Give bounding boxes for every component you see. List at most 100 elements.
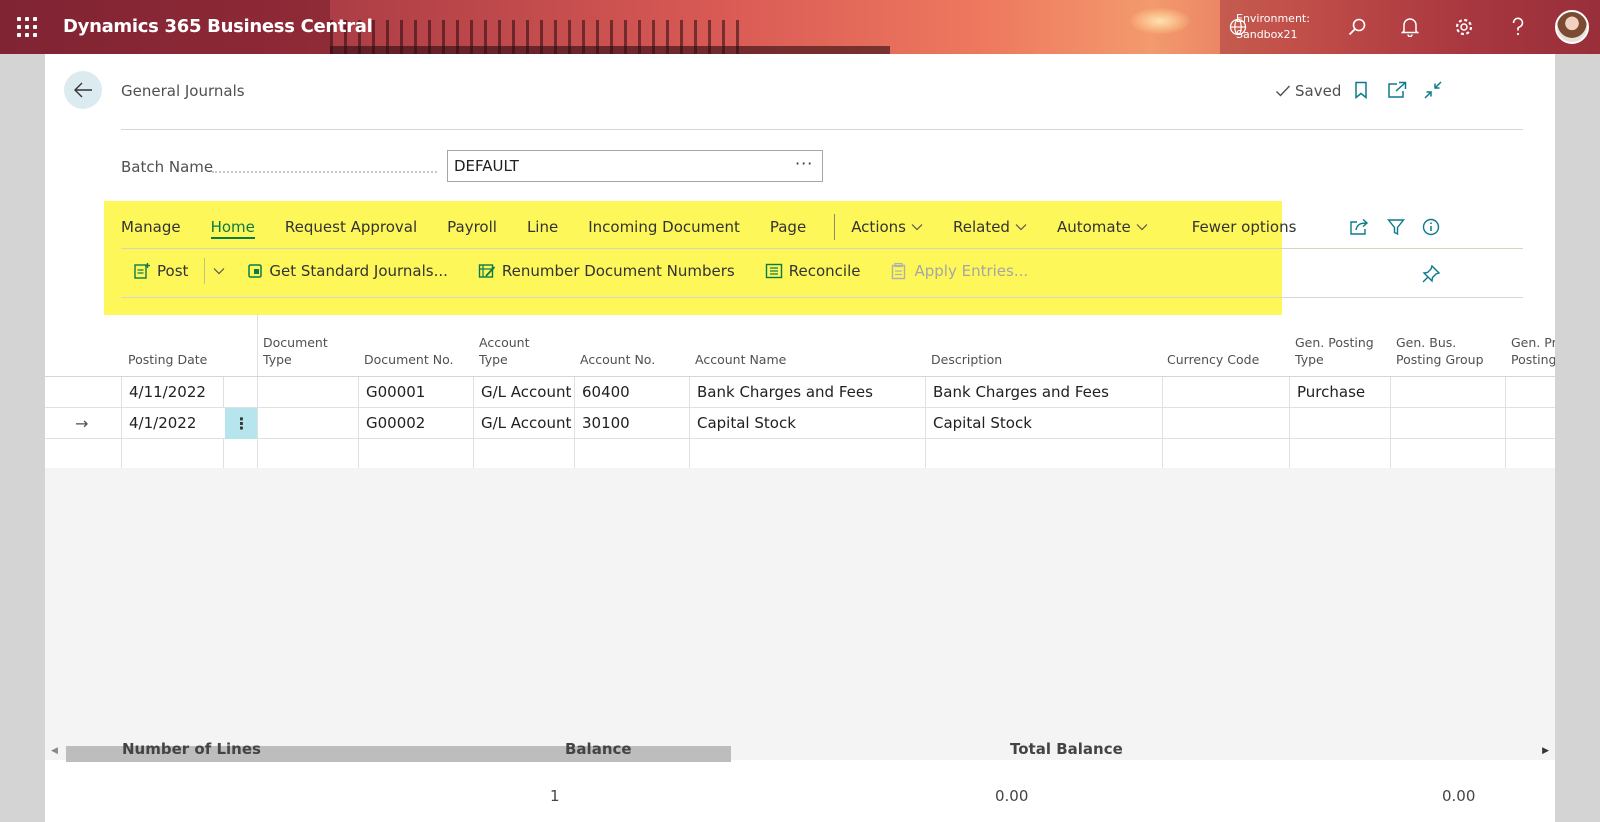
help-icon[interactable]: [1505, 14, 1531, 40]
cell-gen-posting-type[interactable]: [1289, 408, 1390, 439]
cell-gen-prod-posting-group[interactable]: [1505, 408, 1555, 439]
app-title[interactable]: Dynamics 365 Business Central: [63, 16, 373, 37]
cell-gen-bus-posting-group[interactable]: [1390, 408, 1505, 439]
column-header-description[interactable]: Description: [931, 351, 1002, 368]
cell-document-no[interactable]: G00002: [358, 408, 473, 439]
action-bar-divider: [121, 248, 1523, 249]
cell-currency-code[interactable]: [1162, 439, 1289, 470]
table-row[interactable]: 4/11/2022 G00001 G/L Account 60400 Bank …: [45, 377, 1555, 408]
reconcile-button[interactable]: Reconcile: [765, 262, 860, 280]
table-row-empty[interactable]: [45, 439, 1555, 470]
environment-name: Sandbox21: [1236, 28, 1298, 41]
cell-currency-code[interactable]: [1162, 377, 1289, 408]
cell-row-actions[interactable]: [223, 439, 258, 470]
bookmark-icon[interactable]: [1350, 79, 1372, 101]
cell-description[interactable]: Capital Stock: [925, 408, 1162, 439]
scroll-right-icon[interactable]: ▶: [1542, 746, 1549, 756]
row-menu-button[interactable]: ⋮: [225, 408, 258, 439]
tab-related[interactable]: Related: [953, 218, 1027, 236]
apply-entries-button[interactable]: Apply Entries...: [890, 262, 1028, 280]
user-avatar[interactable]: [1555, 10, 1589, 44]
table-row[interactable]: → 4/1/2022 ⋮ G00002 G/L Account 30100 Ca…: [45, 408, 1555, 439]
cell-account-no[interactable]: [574, 439, 689, 470]
cell-account-type[interactable]: G/L Account: [473, 408, 574, 439]
cell-gen-bus-posting-group[interactable]: [1390, 377, 1505, 408]
chevron-down-icon: [1015, 224, 1027, 231]
tab-payroll[interactable]: Payroll: [447, 218, 497, 236]
post-dropdown-button[interactable]: [213, 267, 225, 275]
environment-indicator[interactable]: Environment: Sandbox21: [1236, 11, 1310, 43]
fewer-options-button[interactable]: Fewer options: [1192, 218, 1297, 236]
cell-document-type[interactable]: [257, 439, 358, 470]
tab-request-approval[interactable]: Request Approval: [285, 218, 417, 236]
cell-gen-posting-type[interactable]: [1289, 439, 1390, 470]
tab-page[interactable]: Page: [770, 218, 806, 236]
tab-line[interactable]: Line: [527, 218, 558, 236]
cell-posting-date[interactable]: [121, 439, 223, 470]
gear-icon[interactable]: [1451, 14, 1477, 40]
filter-icon[interactable]: [1385, 216, 1407, 238]
bell-icon[interactable]: [1397, 14, 1423, 40]
grid-empty-area: [45, 468, 1555, 744]
reconcile-icon: [765, 263, 782, 279]
cell-row-actions[interactable]: [223, 377, 258, 408]
cell-account-type[interactable]: [473, 439, 574, 470]
cell-gen-prod-posting-group[interactable]: [1505, 377, 1555, 408]
column-header-document-no[interactable]: Document No.: [364, 351, 453, 368]
cell-posting-date[interactable]: 4/1/2022: [121, 408, 223, 439]
cell-gen-bus-posting-group[interactable]: [1390, 439, 1505, 470]
cell-document-no[interactable]: G00001: [358, 377, 473, 408]
search-icon[interactable]: [1344, 14, 1370, 40]
app-launcher-icon[interactable]: [17, 17, 37, 37]
cell-posting-date[interactable]: 4/11/2022: [121, 377, 223, 408]
cell-document-no[interactable]: [358, 439, 473, 470]
back-button[interactable]: [64, 71, 102, 109]
journal-icon: [248, 264, 263, 278]
column-header-document-type[interactable]: Document Type: [263, 334, 328, 368]
post-button[interactable]: Post: [133, 262, 188, 280]
cell-document-type[interactable]: [257, 377, 358, 408]
info-icon[interactable]: [1420, 216, 1442, 238]
cell-gen-prod-posting-group[interactable]: [1505, 439, 1555, 470]
column-header-account-name[interactable]: Account Name: [695, 351, 786, 368]
tab-actions[interactable]: Actions: [851, 218, 923, 236]
scroll-left-icon[interactable]: ◀: [51, 746, 58, 756]
cell-account-no[interactable]: 60400: [574, 377, 689, 408]
batch-name-label: Batch Name: [121, 158, 214, 176]
cell-account-no[interactable]: 30100: [574, 408, 689, 439]
renumber-icon: [478, 264, 496, 278]
cell-account-name[interactable]: Bank Charges and Fees: [689, 377, 925, 408]
get-standard-journals-button[interactable]: Get Standard Journals...: [247, 262, 448, 280]
pin-icon[interactable]: [1420, 263, 1442, 285]
cell-description[interactable]: [925, 439, 1162, 470]
column-header-posting-date[interactable]: Posting Date: [128, 351, 207, 368]
apply-entries-icon: [892, 262, 906, 280]
cell-account-name[interactable]: Capital Stock: [689, 408, 925, 439]
tab-home[interactable]: Home: [210, 218, 255, 239]
cell-document-type[interactable]: [257, 408, 358, 439]
horizontal-scrollbar[interactable]: ◀ ▶: [45, 744, 1555, 762]
tab-actions-label: Actions: [851, 218, 906, 236]
renumber-document-numbers-button[interactable]: Renumber Document Numbers: [478, 262, 735, 280]
column-header-currency-code[interactable]: Currency Code: [1167, 351, 1259, 368]
collapse-icon[interactable]: [1422, 79, 1444, 101]
column-header-gen-prod-posting[interactable]: Gen. Pr Posting: [1511, 334, 1555, 368]
cell-account-name[interactable]: [689, 439, 925, 470]
cell-description[interactable]: Bank Charges and Fees: [925, 377, 1162, 408]
cell-account-type[interactable]: G/L Account: [473, 377, 574, 408]
open-new-window-icon[interactable]: [1386, 79, 1408, 101]
balance-label: Balance: [565, 740, 632, 758]
column-header-gen-bus-posting-group[interactable]: Gen. Bus. Posting Group: [1396, 334, 1484, 368]
column-header-gen-posting-type[interactable]: Gen. Posting Type: [1295, 334, 1374, 368]
cell-gen-posting-type[interactable]: Purchase: [1289, 377, 1390, 408]
tab-automate[interactable]: Automate: [1057, 218, 1148, 236]
cell-currency-code[interactable]: [1162, 408, 1289, 439]
share-icon[interactable]: [1348, 216, 1370, 238]
tab-manage[interactable]: Manage: [121, 218, 181, 236]
tab-incoming-document[interactable]: Incoming Document: [588, 218, 740, 236]
column-header-account-no[interactable]: Account No.: [580, 351, 655, 368]
batch-name-lookup-button[interactable]: ···: [795, 154, 813, 173]
batch-name-input[interactable]: [447, 150, 823, 182]
renumber-document-numbers-label: Renumber Document Numbers: [501, 262, 735, 280]
column-header-account-type[interactable]: Account Type: [479, 334, 529, 368]
